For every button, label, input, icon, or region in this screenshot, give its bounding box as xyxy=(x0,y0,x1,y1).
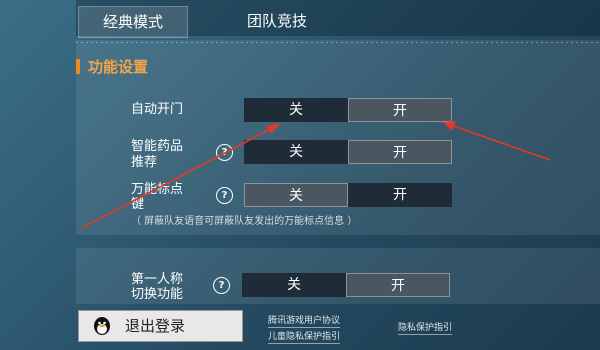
arrow-line-left xyxy=(81,125,277,229)
arrow-head-left xyxy=(266,123,281,134)
annotation-arrows xyxy=(81,121,551,229)
arrow-line-right xyxy=(447,123,551,161)
